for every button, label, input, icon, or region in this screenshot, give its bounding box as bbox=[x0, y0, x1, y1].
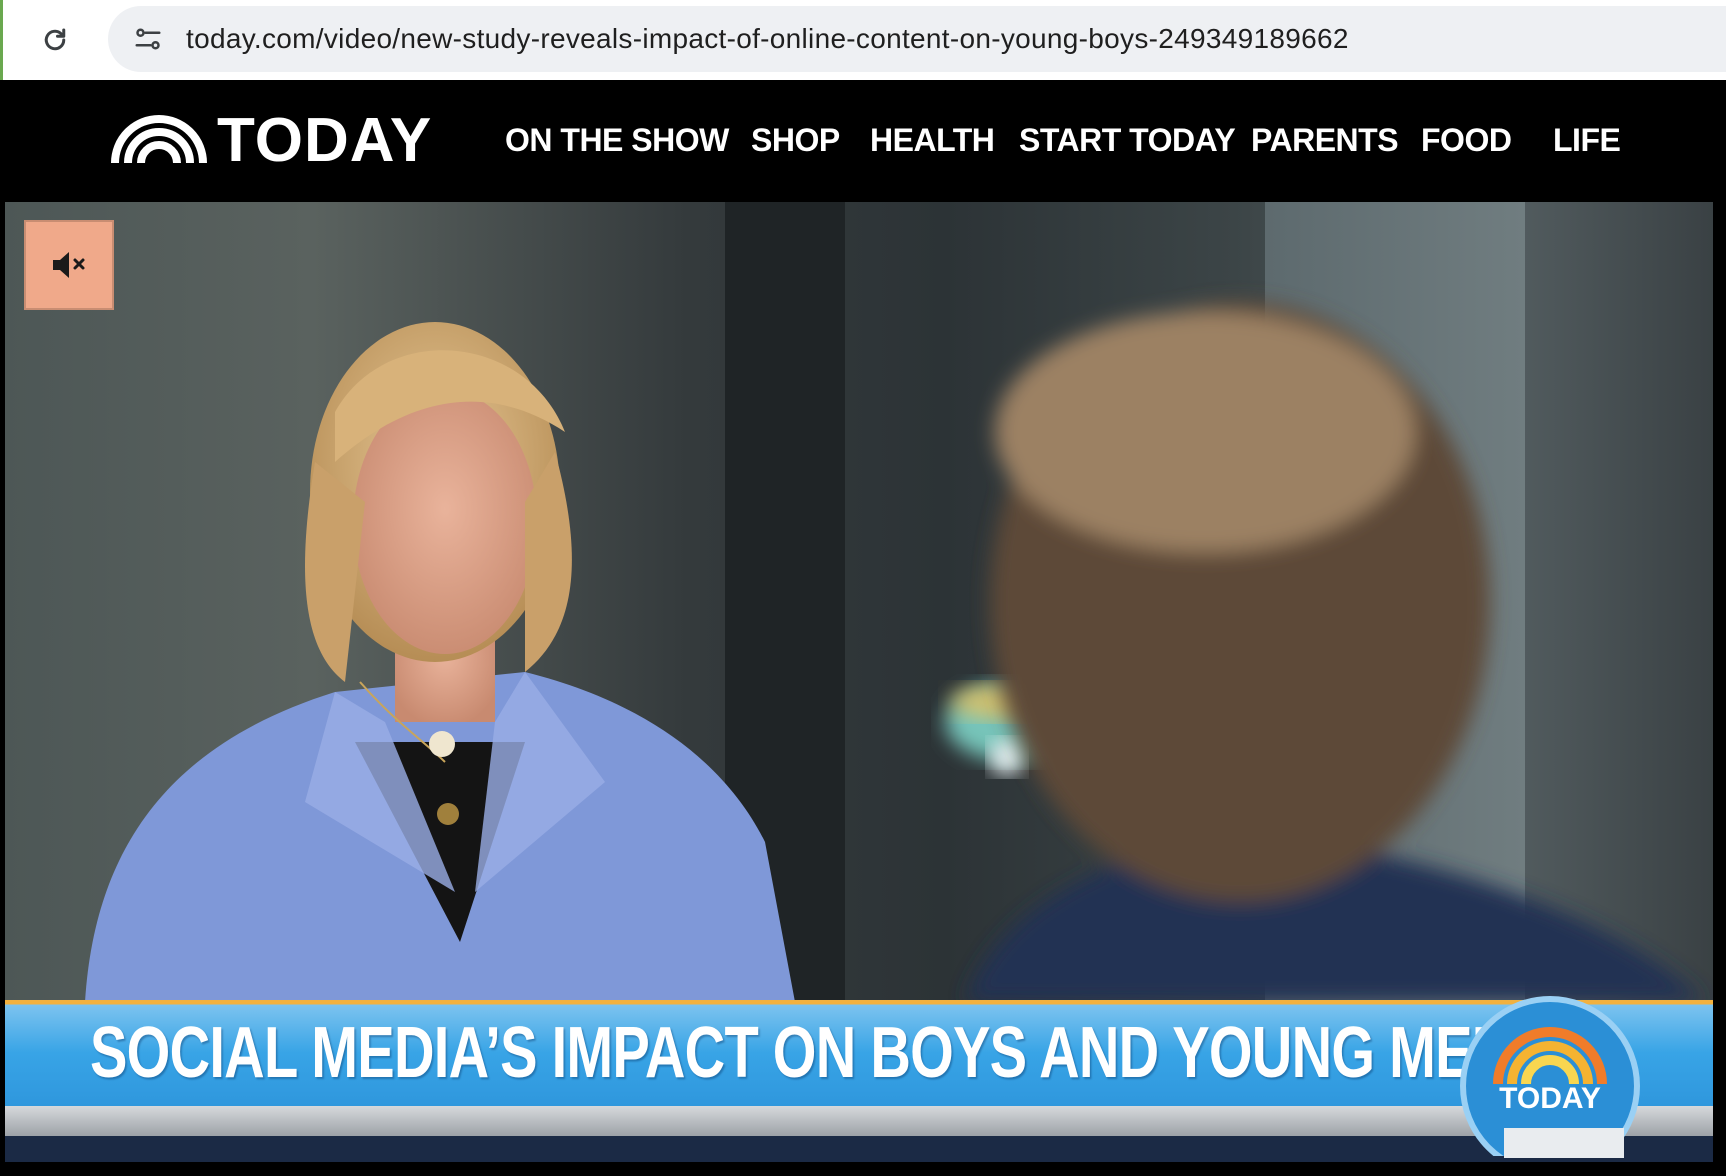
muted-speaker-icon bbox=[53, 252, 85, 278]
browser-toolbar: today.com/video/new-study-reveals-impact… bbox=[0, 0, 1726, 80]
nav-item-start-today[interactable]: START TODAY bbox=[1019, 122, 1236, 159]
nav-item-parents[interactable]: PARENTS bbox=[1251, 122, 1399, 159]
nav-item-food[interactable]: FOOD bbox=[1421, 122, 1512, 159]
logo-text: TODAY bbox=[217, 105, 433, 175]
rainbow-logo-icon bbox=[111, 115, 207, 164]
mute-button[interactable] bbox=[24, 220, 114, 310]
url-text[interactable]: today.com/video/new-study-reveals-impact… bbox=[186, 23, 1349, 55]
badge-label: TODAY bbox=[1499, 1082, 1601, 1115]
site-header: TODAY ON THE SHOW SHOP HEALTH START TODA… bbox=[0, 80, 1726, 202]
nav-item-on-the-show[interactable]: ON THE SHOW bbox=[505, 122, 729, 159]
video-headline: SOCIAL MEDIA’S IMPACT ON BOYS AND YOUNG … bbox=[90, 1013, 1512, 1093]
video-player[interactable]: SOCIAL MEDIA’S IMPACT ON BOYS AND YOUNG … bbox=[5, 202, 1713, 1162]
reload-icon[interactable] bbox=[33, 18, 77, 62]
nav-item-health[interactable]: HEALTH bbox=[870, 122, 995, 159]
address-bar[interactable]: today.com/video/new-study-reveals-impact… bbox=[108, 6, 1726, 72]
today-logo[interactable]: TODAY bbox=[111, 106, 432, 175]
nav-item-shop[interactable]: SHOP bbox=[751, 122, 840, 159]
nav-item-life[interactable]: LIFE bbox=[1553, 122, 1621, 159]
video-frame bbox=[85, 302, 1705, 1002]
lower-third-banner: SOCIAL MEDIA’S IMPACT ON BOYS AND YOUNG … bbox=[5, 996, 1713, 1162]
badge-base bbox=[1504, 1128, 1624, 1158]
today-badge: TODAY bbox=[1460, 996, 1640, 1158]
rainbow-badge-icon bbox=[1493, 1027, 1607, 1085]
banner-bottom bbox=[5, 1136, 1713, 1162]
tune-icon[interactable] bbox=[120, 11, 176, 67]
banner-strip bbox=[5, 1106, 1713, 1136]
